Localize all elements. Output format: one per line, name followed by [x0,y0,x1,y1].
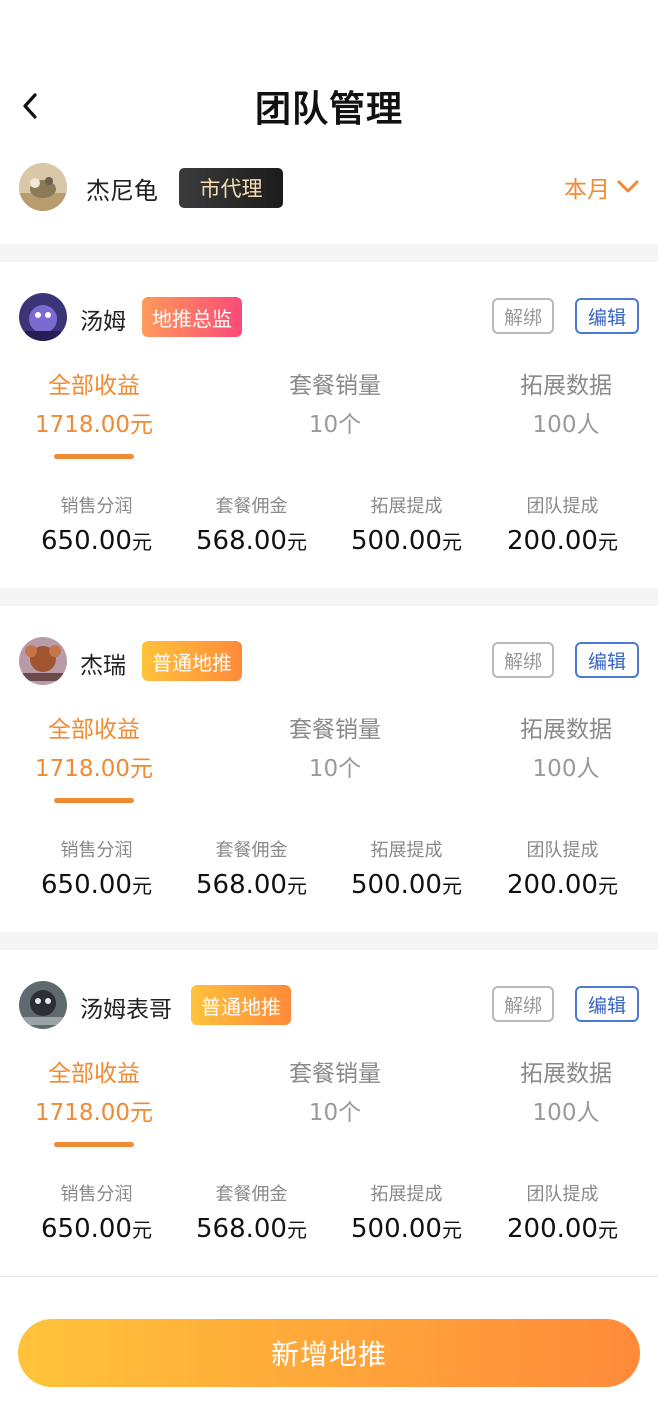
stat-value: 568.00元 [196,870,307,900]
stat-label: 拓展提成 [370,496,443,517]
stat-package-commission: 套餐佣金 568.00元 [174,838,329,902]
tab-value: 1718.00元 [34,756,154,782]
current-user-name: 杰尼龟 [86,177,158,205]
stat-team-bonus: 团队提成 200.00元 [485,1182,640,1246]
stat-value: 500.00元 [351,1214,462,1244]
tab-total-earnings[interactable]: 全部收益 1718.00元 [0,714,194,803]
stat-value: 500.00元 [351,870,462,900]
stat-expansion-bonus: 拓展提成 500.00元 [329,838,484,902]
stat-label: 拓展提成 [370,1184,443,1205]
member-avatar [19,293,67,341]
tab-package-sales[interactable]: 套餐销量 10个 [235,714,435,784]
member-role-badge: 普通地推 [142,641,242,681]
stat-value: 650.00元 [41,1214,152,1244]
stat-sales-share: 销售分润 650.00元 [19,494,174,558]
stat-expansion-bonus: 拓展提成 500.00元 [329,1182,484,1246]
period-label: 本月 [564,177,610,203]
tab-total-earnings[interactable]: 全部收益 1718.00元 [0,1058,194,1147]
stat-team-bonus: 团队提成 200.00元 [485,494,640,558]
tab-value: 10个 [308,1100,362,1126]
tab-value: 10个 [308,756,362,782]
member-card: 汤姆表哥 普通地推 解绑 编辑 全部收益 1718.00元 套餐销量 10个 拓… [0,950,658,1276]
tab-label: 拓展数据 [520,1061,612,1087]
member-name: 汤姆表哥 [80,997,172,1023]
active-tab-indicator [54,798,134,803]
tab-label: 拓展数据 [520,373,612,399]
stat-team-bonus: 团队提成 200.00元 [485,838,640,902]
stat-value: 650.00元 [41,870,152,900]
member-role-badge: 普通地推 [191,985,291,1025]
tab-value: 100人 [532,756,600,782]
tab-value: 10个 [308,412,362,438]
stat-label: 套餐佣金 [215,840,288,861]
stat-package-commission: 套餐佣金 568.00元 [174,1182,329,1246]
tab-expansion-data[interactable]: 拓展数据 100人 [466,370,658,440]
stat-value: 568.00元 [196,1214,307,1244]
stat-label: 团队提成 [526,496,599,517]
unbind-button[interactable]: 解绑 [492,642,554,678]
tab-label: 全部收益 [48,373,140,399]
page-title: 团队管理 [254,89,403,130]
tab-label: 套餐销量 [289,1061,381,1087]
stat-value: 200.00元 [507,526,618,556]
member-card: 汤姆 地推总监 解绑 编辑 全部收益 1718.00元 套餐销量 10个 拓展数… [0,262,658,588]
add-promoter-button[interactable]: 新增地推 [18,1319,640,1387]
stat-value: 500.00元 [351,526,462,556]
tab-label: 套餐销量 [289,717,381,743]
stat-sales-share: 销售分润 650.00元 [19,1182,174,1246]
active-tab-indicator [54,454,134,459]
period-selector[interactable]: 本月 [564,170,640,204]
stat-label: 套餐佣金 [215,1184,288,1205]
tab-expansion-data[interactable]: 拓展数据 100人 [466,714,658,784]
tab-value: 100人 [532,1100,600,1126]
top-bar: 团队管理 杰尼龟 市代理 本月 [0,0,658,244]
member-name: 汤姆 [80,309,126,335]
stat-value: 650.00元 [41,526,152,556]
bottom-bar: 新增地推 [0,1276,658,1425]
member-role-badge: 地推总监 [142,297,242,337]
stat-label: 拓展提成 [370,840,443,861]
tab-total-earnings[interactable]: 全部收益 1718.00元 [0,370,194,459]
chevron-down-icon [617,180,639,193]
unbind-button[interactable]: 解绑 [492,298,554,334]
stat-label: 团队提成 [526,1184,599,1205]
tab-value: 1718.00元 [34,1100,154,1126]
tab-label: 套餐销量 [289,373,381,399]
member-avatar [19,981,67,1029]
tab-label: 拓展数据 [520,717,612,743]
unbind-button[interactable]: 解绑 [492,986,554,1022]
stat-package-commission: 套餐佣金 568.00元 [174,494,329,558]
stat-expansion-bonus: 拓展提成 500.00元 [329,494,484,558]
current-user-role-badge: 市代理 [179,168,283,208]
edit-button[interactable]: 编辑 [575,642,639,678]
member-avatar [19,637,67,685]
tab-package-sales[interactable]: 套餐销量 10个 [235,1058,435,1128]
stat-label: 销售分润 [60,1184,133,1205]
tab-label: 全部收益 [48,717,140,743]
stat-sales-share: 销售分润 650.00元 [19,838,174,902]
stat-label: 销售分润 [60,496,133,517]
tab-value: 1718.00元 [34,412,154,438]
active-tab-indicator [54,1142,134,1147]
edit-button[interactable]: 编辑 [575,298,639,334]
member-card: 杰瑞 普通地推 解绑 编辑 全部收益 1718.00元 套餐销量 10个 拓展数… [0,606,658,932]
edit-button[interactable]: 编辑 [575,986,639,1022]
stat-value: 568.00元 [196,526,307,556]
tab-package-sales[interactable]: 套餐销量 10个 [235,370,435,440]
tab-value: 100人 [532,412,600,438]
stat-value: 200.00元 [507,870,618,900]
stat-value: 200.00元 [507,1214,618,1244]
stat-label: 销售分润 [60,840,133,861]
stat-label: 团队提成 [526,840,599,861]
tab-label: 全部收益 [48,1061,140,1087]
member-name: 杰瑞 [80,653,126,679]
tab-expansion-data[interactable]: 拓展数据 100人 [466,1058,658,1128]
current-user-avatar [19,163,67,211]
stat-label: 套餐佣金 [215,496,288,517]
